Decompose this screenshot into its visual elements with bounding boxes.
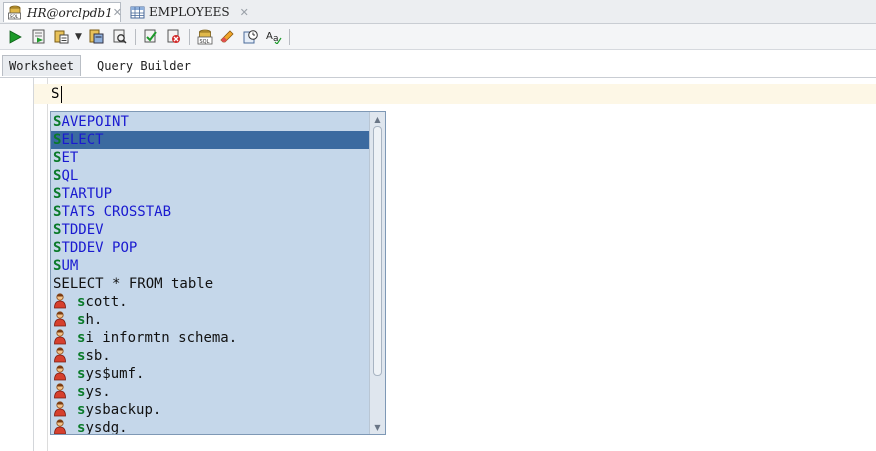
tab-label: EMPLOYEES bbox=[149, 5, 230, 19]
unshared-sql-icon[interactable]: SQL bbox=[196, 28, 214, 46]
completion-item-schema[interactable]: sh. bbox=[51, 311, 371, 329]
completion-item-text: QL bbox=[61, 168, 79, 184]
completion-scrollbar[interactable]: ▲ ▼ bbox=[369, 112, 385, 434]
completion-item-text: ET bbox=[61, 150, 79, 166]
completion-item-keyword[interactable]: SET bbox=[51, 149, 371, 167]
toolbar-divider bbox=[134, 28, 136, 45]
document-tab-bar: SQL HR@orclpdb1 ✕ EMPLOYEES ✕ bbox=[0, 0, 876, 24]
tab-hr-connection[interactable]: SQL HR@orclpdb1 ✕ bbox=[3, 2, 122, 22]
completion-item-text: ysbackup. bbox=[85, 402, 162, 418]
user-schema-icon bbox=[53, 347, 67, 363]
worksheet-subtab-bar: Worksheet Query Builder bbox=[0, 53, 876, 78]
completion-item-text: ELECT bbox=[61, 132, 104, 148]
user-schema-icon bbox=[53, 401, 67, 417]
completion-item-schema[interactable]: ssb. bbox=[51, 347, 371, 365]
completion-item-text: ys. bbox=[85, 384, 111, 400]
completion-item-schema[interactable]: sysbackup. bbox=[51, 401, 371, 419]
commit-icon[interactable] bbox=[142, 28, 160, 46]
scroll-thumb[interactable] bbox=[373, 126, 382, 376]
svg-text:SQL: SQL bbox=[199, 39, 209, 45]
tab-employees[interactable]: EMPLOYEES ✕ bbox=[126, 2, 249, 22]
completion-item-schema[interactable]: si informtn schema. bbox=[51, 329, 371, 347]
clear-eraser-icon[interactable] bbox=[219, 28, 237, 46]
tab-query-builder[interactable]: Query Builder bbox=[91, 55, 197, 76]
completion-item-keyword[interactable]: SAVEPOINT bbox=[51, 113, 371, 131]
editor-text[interactable]: S bbox=[51, 84, 59, 104]
editor-margin-line bbox=[47, 78, 48, 451]
scroll-down-icon[interactable]: ▼ bbox=[370, 420, 385, 434]
explain-plan-icon[interactable] bbox=[52, 28, 70, 46]
worksheet-toolbar: ▼ SQL Aa bbox=[0, 24, 876, 50]
svg-text:A: A bbox=[266, 31, 273, 42]
user-schema-icon bbox=[53, 419, 67, 434]
user-schema-icon bbox=[53, 311, 67, 327]
chevron-down-icon[interactable]: ▼ bbox=[75, 32, 82, 42]
completion-item-text: ys$umf. bbox=[85, 366, 145, 382]
completion-item-text: UM bbox=[61, 258, 79, 274]
completion-item-text: AVEPOINT bbox=[61, 114, 129, 130]
completion-item-keyword[interactable]: SELECT bbox=[51, 131, 371, 149]
completion-item-keyword[interactable]: STDDEV bbox=[51, 221, 371, 239]
completion-item-keyword[interactable]: SQL bbox=[51, 167, 371, 185]
completion-item-text: TDDEV bbox=[61, 222, 104, 238]
completion-item-schema[interactable]: scott. bbox=[51, 293, 371, 311]
sql-tuning-icon[interactable] bbox=[111, 28, 129, 46]
tab-label: HR@orclpdb1 bbox=[27, 5, 113, 20]
user-schema-icon bbox=[53, 383, 67, 399]
user-schema-icon bbox=[53, 293, 67, 309]
completion-item-schema[interactable]: sys. bbox=[51, 383, 371, 401]
run-script-icon[interactable] bbox=[29, 28, 47, 46]
completion-item-schema[interactable]: sys$umf. bbox=[51, 365, 371, 383]
autotrace-icon[interactable] bbox=[88, 28, 106, 46]
format-case-icon[interactable]: Aa bbox=[265, 28, 283, 46]
completion-item-text: ysdg. bbox=[85, 420, 128, 435]
user-schema-icon bbox=[53, 365, 67, 381]
completion-item-text: i informtn schema. bbox=[85, 330, 238, 346]
completion-item-keyword[interactable]: STATS CROSSTAB bbox=[51, 203, 371, 221]
completion-item-text: sb. bbox=[85, 348, 111, 364]
close-icon[interactable]: ✕ bbox=[240, 6, 249, 19]
scroll-up-icon[interactable]: ▲ bbox=[370, 112, 385, 126]
sql-history-icon[interactable] bbox=[242, 28, 260, 46]
user-schema-icon bbox=[53, 329, 67, 345]
table-grid-icon bbox=[130, 5, 145, 20]
completion-item-text: TATS CROSSTAB bbox=[61, 204, 172, 220]
completion-popup[interactable]: SAVEPOINT SELECT SET SQL STARTUP STATS CROSST… bbox=[50, 111, 386, 435]
toolbar-divider bbox=[188, 28, 190, 45]
completion-item-text: h. bbox=[85, 312, 103, 328]
tab-worksheet[interactable]: Worksheet bbox=[2, 55, 82, 76]
completion-item-text: cott. bbox=[85, 294, 128, 310]
toolbar-divider bbox=[288, 28, 290, 45]
sql-connection-icon: SQL bbox=[8, 5, 23, 20]
completion-item-snippet[interactable]: SELECT * FROM table bbox=[51, 275, 371, 293]
completion-item-keyword[interactable]: STDDEV POP bbox=[51, 239, 371, 257]
completion-item-text: SELECT * FROM table bbox=[53, 276, 214, 292]
current-line-highlight bbox=[34, 84, 876, 104]
run-statement-icon[interactable] bbox=[6, 28, 24, 46]
text-caret bbox=[61, 86, 62, 103]
rollback-icon[interactable] bbox=[165, 28, 183, 46]
completion-item-text: TARTUP bbox=[61, 186, 113, 202]
completion-item-keyword[interactable]: SUM bbox=[51, 257, 371, 275]
svg-text:SQL: SQL bbox=[10, 14, 19, 20]
completion-item-text: TDDEV POP bbox=[61, 240, 138, 256]
close-icon[interactable]: ✕ bbox=[113, 6, 122, 19]
completion-item-keyword[interactable]: STARTUP bbox=[51, 185, 371, 203]
completion-item-schema[interactable]: sysdg. bbox=[51, 419, 371, 435]
editor-gutter bbox=[7, 78, 34, 451]
completion-list: SAVEPOINT SELECT SET SQL STARTUP STATS CROSST… bbox=[51, 113, 371, 435]
